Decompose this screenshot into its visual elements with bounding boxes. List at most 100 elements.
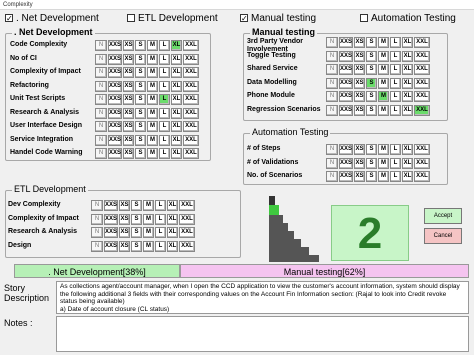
size-option-xxl[interactable]: XXL bbox=[179, 240, 195, 252]
size-option-xxs[interactable]: XXS bbox=[108, 40, 122, 51]
size-option-xxs[interactable]: XXS bbox=[104, 227, 118, 238]
size-option-s[interactable]: S bbox=[135, 80, 146, 92]
size-option-l[interactable]: L bbox=[155, 240, 166, 252]
size-option-m[interactable]: M bbox=[147, 134, 158, 146]
size-option-xs[interactable]: XS bbox=[123, 53, 134, 65]
size-option-xxs[interactable]: XXS bbox=[339, 144, 353, 155]
size-option-m[interactable]: M bbox=[147, 94, 158, 105]
size-option-s[interactable]: S bbox=[135, 40, 146, 51]
size-option-l[interactable]: L bbox=[159, 53, 170, 65]
size-option-xxl[interactable]: XXL bbox=[414, 104, 430, 116]
size-option-xs[interactable]: XS bbox=[354, 37, 365, 48]
size-option-xxs[interactable]: XXS bbox=[108, 148, 122, 159]
size-option-l[interactable]: L bbox=[159, 107, 170, 119]
size-option-n[interactable]: N bbox=[326, 91, 338, 102]
checkbox-icon[interactable] bbox=[360, 14, 368, 22]
size-option-m[interactable]: M bbox=[147, 53, 158, 65]
size-option-xl[interactable]: XL bbox=[171, 40, 182, 51]
size-option-xl[interactable]: XL bbox=[402, 91, 413, 102]
size-option-s[interactable]: S bbox=[135, 121, 146, 132]
size-option-n[interactable]: N bbox=[91, 227, 103, 238]
size-option-xl[interactable]: XL bbox=[402, 157, 413, 169]
size-option-l[interactable]: L bbox=[390, 50, 401, 62]
size-option-xl[interactable]: XL bbox=[402, 50, 413, 62]
size-option-xxl[interactable]: XXL bbox=[414, 50, 430, 62]
size-option-xs[interactable]: XS bbox=[123, 134, 134, 146]
story-description-textbox[interactable]: As collections agent/account manager, wh… bbox=[56, 281, 469, 314]
checkbox-icon[interactable] bbox=[240, 14, 248, 22]
size-option-xxl[interactable]: XXL bbox=[183, 53, 199, 65]
checkbox-icon[interactable] bbox=[127, 14, 135, 22]
size-option-xl[interactable]: XL bbox=[171, 107, 182, 119]
size-option-xl[interactable]: XL bbox=[402, 144, 413, 155]
size-option-s[interactable]: S bbox=[366, 64, 377, 75]
size-option-xxl[interactable]: XXL bbox=[183, 40, 199, 51]
size-option-s[interactable]: S bbox=[366, 104, 377, 116]
size-option-xxs[interactable]: XXS bbox=[339, 77, 353, 89]
size-option-xl[interactable]: XL bbox=[171, 67, 182, 78]
size-option-m[interactable]: M bbox=[378, 144, 389, 155]
size-option-n[interactable]: N bbox=[326, 77, 338, 89]
size-option-xxs[interactable]: XXS bbox=[339, 91, 353, 102]
size-option-xxl[interactable]: XXL bbox=[414, 171, 430, 182]
size-option-n[interactable]: N bbox=[326, 144, 338, 155]
size-option-l[interactable]: L bbox=[159, 80, 170, 92]
size-option-xl[interactable]: XL bbox=[171, 134, 182, 146]
size-option-n[interactable]: N bbox=[95, 53, 107, 65]
size-option-xxs[interactable]: XXS bbox=[108, 67, 122, 78]
size-option-xl[interactable]: XL bbox=[171, 53, 182, 65]
size-option-xl[interactable]: XL bbox=[167, 240, 178, 252]
size-option-xxl[interactable]: XXL bbox=[179, 227, 195, 238]
size-option-n[interactable]: N bbox=[91, 213, 103, 225]
size-option-xl[interactable]: XL bbox=[402, 171, 413, 182]
size-option-xxl[interactable]: XXL bbox=[414, 91, 430, 102]
size-option-n[interactable]: N bbox=[326, 171, 338, 182]
size-option-m[interactable]: M bbox=[147, 148, 158, 159]
size-option-xl[interactable]: XL bbox=[402, 37, 413, 48]
size-option-xs[interactable]: XS bbox=[354, 91, 365, 102]
size-option-l[interactable]: L bbox=[159, 40, 170, 51]
size-option-l[interactable]: L bbox=[390, 104, 401, 116]
size-option-xxs[interactable]: XXS bbox=[339, 104, 353, 116]
size-option-xxl[interactable]: XXL bbox=[414, 37, 430, 48]
size-option-m[interactable]: M bbox=[147, 67, 158, 78]
size-option-m[interactable]: M bbox=[143, 213, 154, 225]
size-option-xs[interactable]: XS bbox=[123, 40, 134, 51]
size-option-xxl[interactable]: XXL bbox=[183, 148, 199, 159]
size-option-xs[interactable]: XS bbox=[354, 64, 365, 75]
size-option-m[interactable]: M bbox=[378, 77, 389, 89]
size-option-xs[interactable]: XS bbox=[354, 144, 365, 155]
size-option-s[interactable]: S bbox=[131, 213, 142, 225]
size-option-s[interactable]: S bbox=[135, 94, 146, 105]
size-option-n[interactable]: N bbox=[326, 104, 338, 116]
size-option-l[interactable]: L bbox=[390, 37, 401, 48]
top-check-0[interactable]: . Net Development bbox=[5, 11, 99, 25]
size-option-xl[interactable]: XL bbox=[167, 227, 178, 238]
top-check-3[interactable]: Automation Testing bbox=[360, 11, 456, 25]
size-option-l[interactable]: L bbox=[155, 227, 166, 238]
size-option-s[interactable]: S bbox=[366, 157, 377, 169]
size-option-s[interactable]: S bbox=[135, 67, 146, 78]
size-option-xs[interactable]: XS bbox=[119, 240, 130, 252]
size-option-l[interactable]: L bbox=[155, 213, 166, 225]
size-option-xl[interactable]: XL bbox=[167, 200, 178, 211]
size-option-l[interactable]: L bbox=[390, 144, 401, 155]
size-option-xs[interactable]: XS bbox=[123, 148, 134, 159]
size-option-n[interactable]: N bbox=[95, 121, 107, 132]
size-option-xl[interactable]: XL bbox=[402, 77, 413, 89]
size-option-xxs[interactable]: XXS bbox=[339, 64, 353, 75]
size-option-xs[interactable]: XS bbox=[354, 50, 365, 62]
size-option-n[interactable]: N bbox=[326, 157, 338, 169]
size-option-xxs[interactable]: XXS bbox=[108, 134, 122, 146]
size-option-xxs[interactable]: XXS bbox=[339, 50, 353, 62]
accept-button[interactable]: Accept bbox=[424, 208, 462, 224]
size-option-s[interactable]: S bbox=[131, 200, 142, 211]
size-option-xs[interactable]: XS bbox=[123, 67, 134, 78]
size-option-m[interactable]: M bbox=[378, 104, 389, 116]
size-option-l[interactable]: L bbox=[390, 64, 401, 75]
size-option-l[interactable]: L bbox=[155, 200, 166, 211]
size-option-l[interactable]: L bbox=[390, 77, 401, 89]
size-option-xs[interactable]: XS bbox=[123, 121, 134, 132]
size-option-xxl[interactable]: XXL bbox=[179, 213, 195, 225]
size-option-xxs[interactable]: XXS bbox=[108, 53, 122, 65]
